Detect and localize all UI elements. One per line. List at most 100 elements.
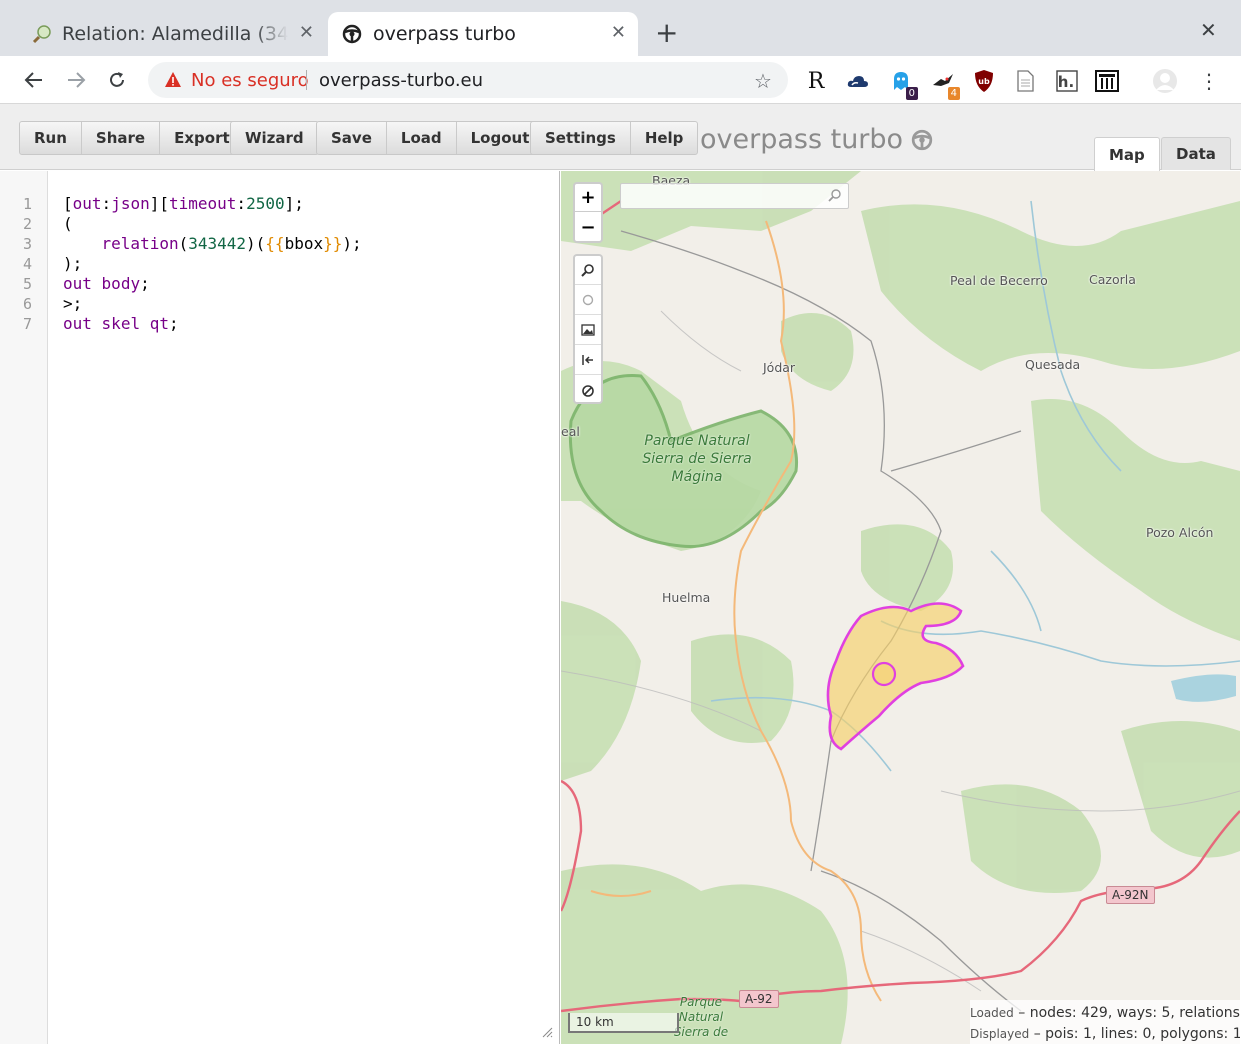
overpass-logo-icon — [342, 24, 362, 44]
osm-magnifier-icon — [32, 25, 51, 44]
settings-group: Settings Help — [530, 121, 699, 155]
tab-close-icon[interactable]: ✕ — [611, 23, 626, 43]
archive-icon[interactable] — [1094, 68, 1120, 94]
bookmark-star-icon[interactable]: ☆ — [754, 69, 772, 93]
code-line[interactable]: ); — [63, 254, 82, 273]
code-token: bbox — [284, 234, 324, 253]
resize-grip-icon[interactable] — [541, 1026, 553, 1038]
document-icon[interactable] — [1012, 68, 1038, 94]
svg-text:ub: ub — [978, 77, 990, 86]
code-line[interactable]: out skel qt; — [63, 314, 179, 333]
warning-icon — [165, 72, 181, 87]
my-location-button[interactable] — [575, 286, 601, 315]
menu-dots-icon[interactable]: ⋮ — [1196, 68, 1222, 94]
forward-button[interactable] — [62, 66, 90, 94]
tab-title: Relation: Alamedilla (343442) — [62, 23, 288, 45]
picture-icon — [581, 324, 595, 336]
extension-bird-icon[interactable]: 4 — [930, 68, 960, 100]
map-view[interactable]: Baeza Peal de Becerro Cazorla Jódar Ques… — [561, 171, 1240, 1044]
code-token: relation — [101, 234, 179, 253]
load-button[interactable]: Load — [387, 122, 457, 154]
code-token: out — [63, 314, 92, 333]
circle-icon — [582, 294, 594, 306]
cloud-icon[interactable] — [845, 68, 871, 94]
code-token: ); — [342, 234, 362, 253]
ublock-icon[interactable]: ub — [971, 68, 997, 94]
zoom-in-button[interactable]: + — [575, 184, 601, 212]
file-group: Save Load Logout — [316, 121, 545, 155]
code-token: skel — [101, 314, 141, 333]
window-close-icon[interactable]: ✕ — [1200, 18, 1217, 42]
code-line[interactable]: >; — [63, 294, 82, 313]
zoom-out-button[interactable]: − — [575, 213, 601, 241]
profile-icon[interactable] — [1152, 68, 1178, 94]
ghostery-icon[interactable]: 0 — [888, 68, 918, 100]
collapse-left-icon — [582, 355, 593, 365]
browser-tab-overpass[interactable]: overpass turbo ✕ — [328, 12, 638, 56]
place-label-huelma: Huelma — [662, 590, 711, 605]
code-token: out — [72, 194, 102, 213]
url-separator — [306, 70, 307, 90]
code-line[interactable]: ( — [63, 214, 73, 233]
wizard-button[interactable]: Wizard — [231, 122, 318, 154]
share-button[interactable]: Share — [82, 122, 161, 154]
code-line[interactable]: relation(343442)({{bbox}}); — [63, 234, 362, 253]
loaded-value: – nodes: 429, ways: 5, relations: 1 — [1018, 1005, 1240, 1021]
code-token: ); — [63, 254, 83, 273]
save-button[interactable]: Save — [317, 122, 387, 154]
settings-button[interactable]: Settings — [531, 122, 631, 154]
road-shield-a92n: A-92N — [1106, 886, 1155, 904]
tab-data[interactable]: Data — [1161, 137, 1231, 170]
code-token: >; — [63, 294, 83, 313]
line-number: 5 — [22, 275, 32, 293]
address-bar[interactable]: No es seguro overpass-turbo.eu ☆ — [148, 62, 788, 98]
export-image-button[interactable] — [575, 316, 601, 345]
code-line[interactable]: [out:json][timeout:2500]; — [63, 194, 304, 213]
loaded-stats: Loaded – nodes: 429, ways: 5, relations:… — [970, 1003, 1240, 1024]
code-token: )( — [246, 234, 266, 253]
code-token: timeout — [168, 194, 237, 213]
h-shape: h. — [1056, 70, 1078, 92]
place-label-pozo: Pozo Alcón — [1146, 525, 1214, 540]
line-number: 1 — [22, 195, 32, 213]
arrow-left-icon — [24, 72, 42, 88]
shield-shape: ub — [975, 70, 993, 92]
bird-badge: 4 — [947, 87, 960, 100]
url-text[interactable]: overpass-turbo.eu — [319, 70, 483, 91]
brand-text: overpass turbo — [700, 124, 904, 155]
tab-close-icon[interactable]: ✕ — [299, 23, 314, 43]
code-token: ; — [168, 314, 179, 333]
toggle-editor-button[interactable] — [575, 346, 601, 375]
loaded-label: Loaded — [970, 1006, 1014, 1020]
code-token: ( — [63, 214, 73, 233]
search-icon[interactable] — [828, 188, 842, 202]
line-number: 6 — [22, 295, 32, 313]
zoom-to-data-button[interactable] — [575, 256, 601, 285]
run-button[interactable]: Run — [20, 122, 82, 154]
code-token: ; — [140, 274, 150, 293]
browser-tab-relation[interactable]: Relation: Alamedilla (343442) ✕ — [2, 12, 326, 56]
zoom-control: + − — [573, 182, 603, 243]
back-button[interactable] — [20, 66, 48, 94]
tab-map[interactable]: Map — [1094, 137, 1160, 171]
toggle-data-button[interactable] — [575, 376, 601, 405]
security-indicator[interactable]: No es seguro — [191, 70, 309, 91]
svg-text:h.: h. — [1058, 73, 1074, 91]
line-number: 3 — [22, 235, 32, 253]
reload-icon — [110, 72, 124, 87]
cloud-shape — [847, 76, 868, 87]
code-token: 343442 — [188, 234, 247, 253]
help-button[interactable]: Help — [631, 122, 698, 154]
new-tab-button[interactable]: + — [655, 19, 678, 47]
reload-button[interactable] — [103, 66, 131, 94]
map-search-input[interactable] — [621, 184, 821, 208]
h-icon[interactable]: h. — [1054, 68, 1080, 94]
code-token: out — [63, 274, 92, 293]
query-editor[interactable]: 1234567 [out:json][timeout:2500];( relat… — [0, 171, 560, 1044]
r-icon[interactable]: R — [803, 68, 829, 94]
code-line[interactable]: out body; — [63, 274, 150, 293]
place-label-cazorla: Cazorla — [1089, 272, 1136, 287]
